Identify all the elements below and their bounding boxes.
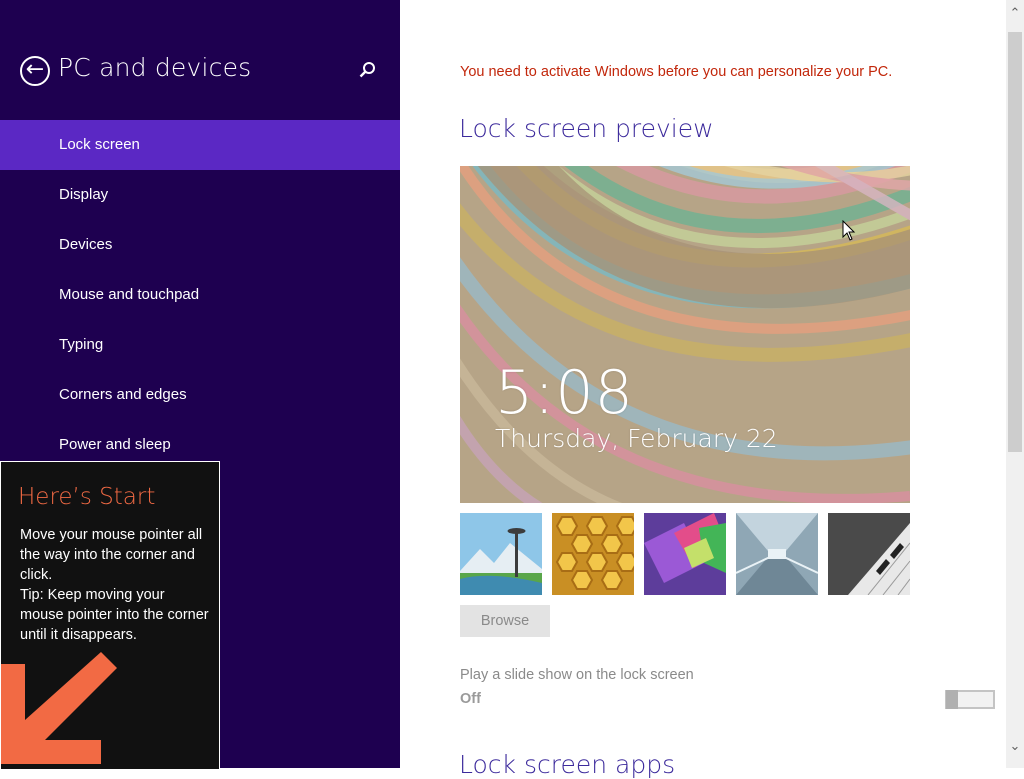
lock-screen-date: Thursday, February 22 <box>495 424 778 453</box>
light-tunnel-image <box>736 513 818 595</box>
scrollbar-thumb[interactable] <box>1008 32 1022 452</box>
honeycomb-image <box>552 513 634 595</box>
start-tip-title: Here’s Start <box>18 484 156 510</box>
lock-screen-settings: You need to activate Windows before you … <box>400 0 1006 779</box>
lock-image-thumbnail[interactable] <box>460 513 542 595</box>
slideshow-toggle[interactable] <box>945 690 995 709</box>
browse-button[interactable]: Browse <box>460 605 550 637</box>
nav-header: ← PC and devices <box>20 53 380 89</box>
toggle-knob <box>946 690 958 709</box>
nav-item-lock-screen[interactable]: Lock screen <box>0 120 400 170</box>
nav-item-corners-and-edges[interactable]: Corners and edges <box>0 370 400 420</box>
back-arrow-icon[interactable]: ← <box>20 56 50 86</box>
start-tip-callout: Here’s Start Move your mouse pointer all… <box>0 461 220 770</box>
nav-item-devices[interactable]: Devices <box>0 220 400 270</box>
lock-screen-preview: 5:08 Thursday, February 22 <box>460 166 910 503</box>
lock-image-thumbnail[interactable] <box>644 513 726 595</box>
lock-image-thumbnail[interactable] <box>736 513 818 595</box>
piano-keys-image <box>828 513 910 595</box>
lock-screen-time: 5:08 <box>495 358 634 428</box>
activation-warning: You need to activate Windows before you … <box>460 64 893 80</box>
mouse-pointer-icon <box>842 220 856 241</box>
slideshow-setting-label: Play a slide show on the lock screen <box>460 667 694 683</box>
lock-screen-preview-heading: Lock screen preview <box>459 114 714 143</box>
lock-image-thumbnail[interactable] <box>828 513 910 595</box>
slideshow-state-text: Off <box>460 691 481 707</box>
space-needle-image <box>460 513 542 595</box>
page-title: PC and devices <box>58 53 252 82</box>
down-left-arrow-icon <box>1 652 117 764</box>
vertical-scrollbar[interactable]: ⌃ ⌄ <box>1006 0 1024 768</box>
nav-item-mouse-and-touchpad[interactable]: Mouse and touchpad <box>0 270 400 320</box>
start-tip-body: Move your mouse pointer all the way into… <box>20 527 209 643</box>
lock-screen-apps-heading: Lock screen apps <box>459 750 676 779</box>
search-icon[interactable] <box>358 60 378 80</box>
scroll-down-arrow-icon[interactable]: ⌄ <box>1006 738 1024 756</box>
nav-item-display[interactable]: Display <box>0 170 400 220</box>
nav-item-typing[interactable]: Typing <box>0 320 400 370</box>
scroll-up-arrow-icon[interactable]: ⌃ <box>1006 5 1024 23</box>
lock-image-thumbnail[interactable] <box>552 513 634 595</box>
geometric-shapes-image <box>644 513 726 595</box>
